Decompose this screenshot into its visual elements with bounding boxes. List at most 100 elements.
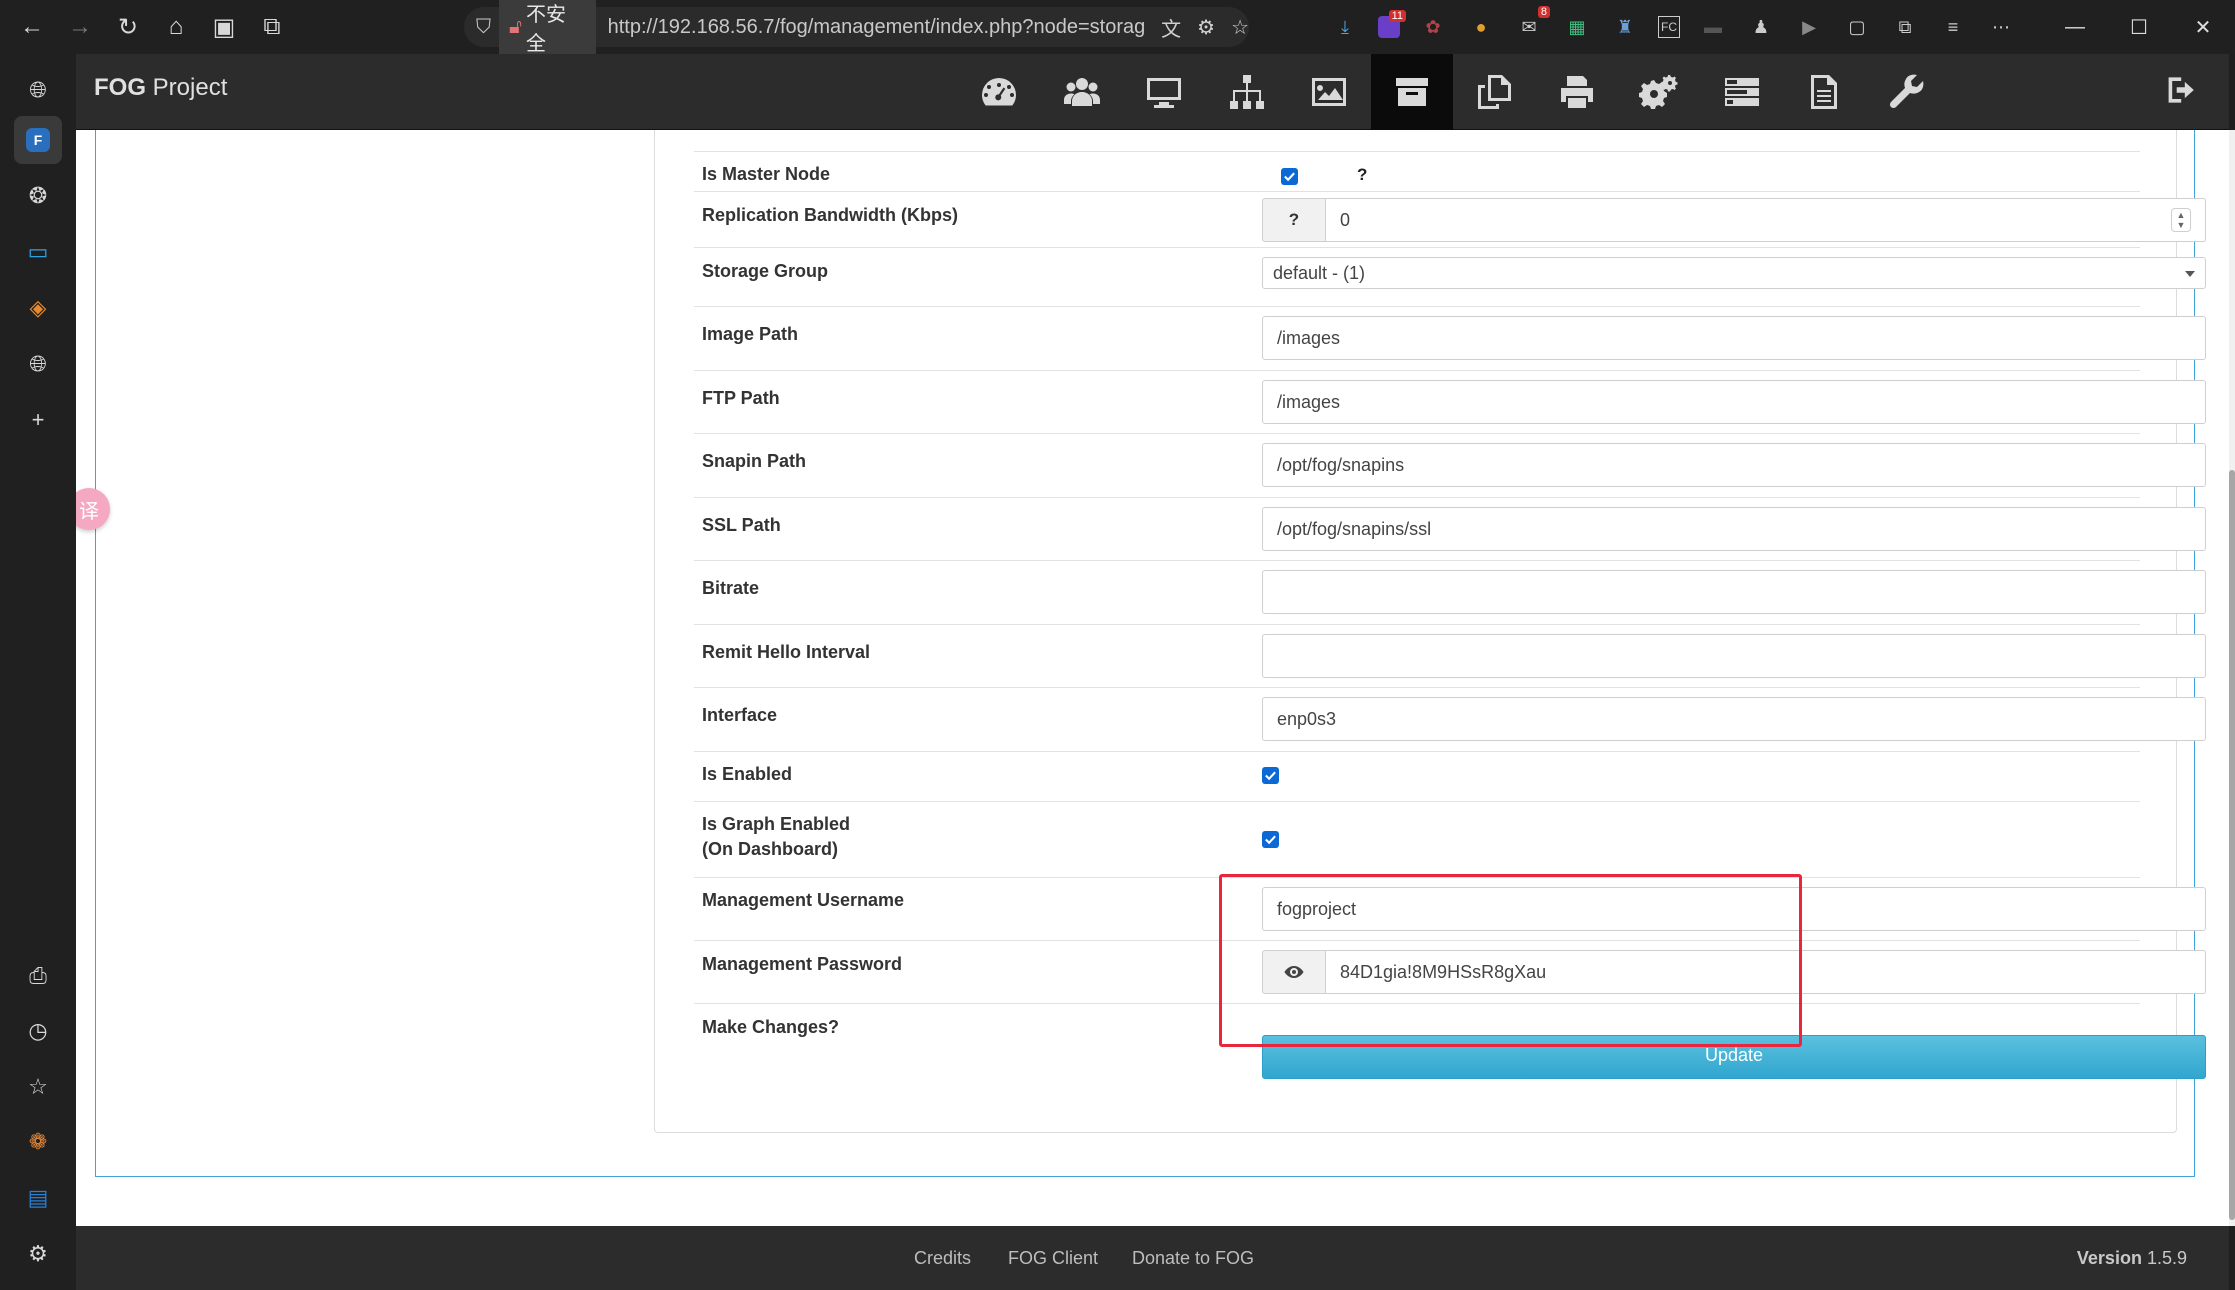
mail-extension-icon[interactable]: ✉ 8: [1514, 6, 1550, 42]
images-icon[interactable]: [1288, 54, 1371, 130]
fog-app-icon[interactable]: F: [14, 116, 62, 164]
groups-icon[interactable]: [1206, 54, 1289, 130]
translate-icon[interactable]: 文: [1161, 13, 1181, 42]
back-icon[interactable]: ←: [8, 3, 56, 51]
users-icon[interactable]: [1041, 54, 1124, 130]
extension-icon[interactable]: ●: [1466, 12, 1496, 42]
is-enabled-checkbox[interactable]: [1262, 767, 1279, 784]
globe-icon[interactable]: 🌐︎: [14, 340, 62, 388]
printers-icon[interactable]: [1536, 54, 1619, 130]
security-chip[interactable]: 🔓︎ 不安全: [499, 0, 596, 62]
forward-icon[interactable]: →: [56, 3, 104, 51]
extension-icon[interactable]: ♜: [1610, 12, 1640, 42]
extension-icon[interactable]: FC: [1658, 16, 1680, 38]
browser-sidebar: 🌐︎ F ❂ ▭ ◈ 🌐︎ + ⎙ ◷ ☆ ❁ ▤ ⚙: [0, 54, 76, 1290]
storage-group-label: Storage Group: [702, 261, 829, 281]
storage-icon[interactable]: [1370, 54, 1453, 130]
image-path-input[interactable]: /images: [1262, 316, 2206, 360]
history-icon[interactable]: ◷: [14, 1007, 62, 1055]
version-info: Version 1.5.9: [2077, 1248, 2187, 1269]
row-ssl-path: SSL Path /opt/fog/snapins/ssl: [694, 497, 2206, 560]
minimize-icon[interactable]: —: [2043, 0, 2107, 54]
replication-bandwidth-help[interactable]: ?: [1262, 198, 1326, 242]
chatgpt-icon[interactable]: ❂: [14, 172, 62, 220]
save-icon[interactable]: ⎙: [14, 952, 62, 1000]
scrollbar[interactable]: [2229, 130, 2235, 1226]
favorite-star-icon[interactable]: ☆: [1231, 15, 1249, 40]
extension-badge-icon[interactable]: 11: [1378, 10, 1406, 38]
ftp-path-input[interactable]: /images: [1262, 380, 2206, 424]
cookie-icon[interactable]: ❁: [14, 1118, 62, 1166]
diamond-icon[interactable]: ◈: [14, 284, 62, 332]
update-button[interactable]: Update: [1262, 1035, 2206, 1079]
management-username-input[interactable]: fogproject: [1262, 887, 2206, 931]
fog-client-link[interactable]: FOG Client: [1008, 1248, 1098, 1269]
maximize-icon[interactable]: ☐: [2107, 0, 2171, 54]
play-icon[interactable]: ▶: [1794, 12, 1824, 42]
hosts-icon[interactable]: [1123, 54, 1206, 130]
window-controls: — ☐ ✕: [2043, 0, 2235, 54]
is-graph-enabled-checkbox[interactable]: [1262, 831, 1279, 848]
bitrate-input[interactable]: [1262, 570, 2206, 614]
refresh-icon[interactable]: ↻: [104, 3, 152, 51]
remit-hello-interval-label: Remit Hello Interval: [702, 642, 871, 662]
ssl-path-input[interactable]: /opt/fog/snapins/ssl: [1262, 507, 2206, 551]
ftp-path-label: FTP Path: [702, 388, 780, 408]
image-path-label: Image Path: [702, 324, 799, 344]
snapin-path-input[interactable]: /opt/fog/snapins: [1262, 443, 2206, 487]
remit-hello-interval-input[interactable]: [1262, 634, 2206, 678]
brand-logo[interactable]: FOG Project: [94, 74, 227, 102]
tab-actions-icon[interactable]: ⧉: [248, 3, 296, 51]
globe-icon[interactable]: 🌐︎: [14, 66, 62, 114]
shield-icon[interactable]: ⛉: [476, 16, 491, 39]
management-password-input[interactable]: 84D1gia!8M9HSsR8gXau: [1325, 950, 2206, 994]
sidebar-toggle-icon[interactable]: ▣: [200, 3, 248, 51]
add-icon[interactable]: +: [14, 396, 62, 444]
close-icon[interactable]: ✕: [2171, 0, 2235, 54]
snapin-path-value: /opt/fog/snapins: [1277, 454, 1405, 475]
is-master-node-checkbox[interactable]: [1281, 168, 1298, 185]
donate-link[interactable]: Donate to FOG: [1132, 1248, 1254, 1269]
chevron-down-icon: [2185, 271, 2195, 277]
show-password-eye-icon[interactable]: [1262, 950, 1326, 994]
extension-badge-count: 8: [1537, 6, 1550, 18]
services-icon[interactable]: [1618, 54, 1701, 130]
url-text[interactable]: http://192.168.56.7/fog/management/index…: [608, 16, 1146, 39]
extensions-bar: ⤓ 11 ✿ ● ✉ 8 ▦ ♜ FC ▬ ♟ ▶ ▢ ⧉ ≡ ⋯: [1330, 0, 2016, 54]
replication-bandwidth-input[interactable]: 0 ▲ ▼: [1325, 198, 2206, 242]
snapins-icon[interactable]: [1453, 54, 1536, 130]
reports-icon[interactable]: [1783, 54, 1866, 130]
file-icon[interactable]: ▤: [14, 1174, 62, 1222]
extension-icon[interactable]: ♟: [1746, 12, 1776, 42]
dashboard-icon[interactable]: [958, 54, 1041, 130]
number-spinner-icon[interactable]: ▲ ▼: [2171, 208, 2191, 232]
extension-icon[interactable]: ▬: [1698, 12, 1728, 42]
is-master-node-help[interactable]: ?: [1357, 165, 1367, 185]
extension-gear-icon[interactable]: ⚙: [1197, 15, 1215, 40]
bilibili-icon[interactable]: ▭: [14, 228, 62, 276]
replication-bandwidth-label: Replication Bandwidth (Kbps): [702, 205, 958, 225]
storage-group-select[interactable]: default - (1): [1262, 257, 2206, 289]
settings-icon[interactable]: ⚙: [14, 1230, 62, 1278]
extension-icon[interactable]: ✿: [1418, 12, 1448, 42]
extension-icon[interactable]: ▦: [1562, 12, 1592, 42]
management-password-value: 84D1gia!8M9HSsR8gXau: [1340, 961, 1547, 982]
download-icon[interactable]: ⤓: [1330, 12, 1360, 42]
is-enabled-label: Is Enabled: [702, 764, 793, 784]
ssl-path-label: SSL Path: [702, 515, 781, 535]
credits-link[interactable]: Credits: [914, 1248, 971, 1269]
logout-icon[interactable]: [2165, 72, 2205, 112]
more-icon[interactable]: ⋯: [1986, 12, 2016, 42]
menu-icon[interactable]: ≡: [1938, 12, 1968, 42]
home-icon[interactable]: ⌂: [152, 3, 200, 51]
settings-wrench-icon[interactable]: [1866, 54, 1949, 130]
favorites-icon[interactable]: ☆: [14, 1063, 62, 1111]
scrollbar-thumb[interactable]: [2229, 470, 2235, 1220]
row-is-enabled: Is Enabled: [694, 751, 2140, 801]
extension-badge-count: 11: [1388, 10, 1406, 22]
address-bar[interactable]: ⛉ 🔓︎ 不安全 http://192.168.56.7/fog/manageme…: [464, 0, 1249, 62]
extension-icon[interactable]: ▢: [1842, 12, 1872, 42]
interface-input[interactable]: enp0s3: [1262, 697, 2206, 741]
tasks-icon[interactable]: [1701, 54, 1784, 130]
puzzle-icon[interactable]: ⧉: [1890, 12, 1920, 42]
